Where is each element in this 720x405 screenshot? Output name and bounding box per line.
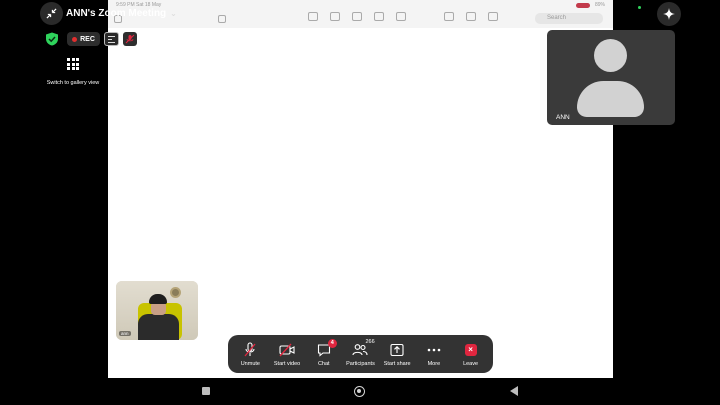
muted-indicator (123, 32, 137, 46)
collab-icon (444, 12, 454, 21)
chevron-down-icon: ⌄ (170, 9, 177, 18)
exit-fullscreen-icon (46, 8, 57, 19)
markup-icon (396, 12, 406, 21)
chat-label: Chat (317, 360, 330, 367)
participants-button[interactable]: 266 Participants (342, 338, 378, 367)
android-nav-bar (0, 378, 720, 405)
home-icon[interactable] (354, 386, 365, 397)
ipad-status-right: 89% (575, 2, 605, 8)
meeting-title: ANN's Zoom Meeting (66, 8, 167, 19)
ipad-notes-toolbar (308, 12, 498, 21)
start-video-label: Start video (273, 360, 301, 367)
avatar-placeholder-icon (594, 39, 627, 72)
leave-button[interactable]: × Leave (453, 342, 489, 367)
participants-count: 266 (365, 338, 375, 345)
wall-frame (170, 287, 181, 298)
shield-check-icon[interactable] (45, 32, 59, 46)
more-label: More (427, 360, 441, 367)
meeting-toolbar: Unmute Start video 4 Chat 266 Participan… (228, 335, 493, 373)
unmute-label: Unmute (240, 360, 260, 367)
participants-icon (352, 343, 369, 355)
ipad-share-icon (218, 15, 226, 23)
sparkle-icon (663, 8, 675, 20)
self-view-video[interactable]: ann (116, 281, 198, 340)
ipad-search-field: Search (535, 13, 603, 24)
mic-off-icon (125, 34, 135, 44)
text-format-icon (308, 12, 318, 21)
ai-companion-button[interactable] (657, 2, 681, 26)
recents-icon[interactable] (202, 387, 210, 395)
share-screen-icon (390, 343, 404, 356)
self-view-name: ann (119, 331, 131, 336)
switch-gallery-view-button[interactable]: Switch to gallery view (40, 58, 106, 86)
chat-button[interactable]: 4 Chat (306, 338, 342, 367)
checklist-icon (330, 12, 340, 21)
unmute-button[interactable]: Unmute (232, 341, 268, 367)
captions-button[interactable] (104, 32, 119, 46)
table-icon (352, 12, 362, 21)
share-icon (466, 12, 476, 21)
start-video-button[interactable]: Start video (269, 342, 305, 367)
start-share-button[interactable]: Start share (379, 342, 415, 367)
ipad-battery: 89% (594, 2, 605, 8)
more-dots-icon (488, 12, 498, 21)
start-share-label: Start share (383, 360, 411, 367)
mic-off-icon (244, 341, 256, 356)
back-icon[interactable] (510, 386, 518, 396)
participants-label: Participants (346, 360, 375, 367)
more-button[interactable]: More (416, 342, 452, 367)
captions-icon (108, 36, 115, 37)
participant-video-tile[interactable]: ANN (547, 30, 675, 125)
exit-fullscreen-button[interactable] (40, 2, 63, 25)
recording-badge[interactable]: REC (67, 32, 100, 46)
ipad-recording-pill (575, 2, 590, 8)
leave-label: Leave (463, 360, 479, 367)
attachment-icon (374, 12, 384, 21)
chat-unread-badge: 4 (327, 338, 337, 348)
rec-label: REC (80, 35, 95, 43)
connection-indicator (638, 6, 641, 9)
close-icon: × (464, 343, 477, 356)
video-off-icon (279, 343, 295, 356)
gallery-label: Switch to gallery view (46, 80, 100, 86)
participant-name: ANN (556, 114, 570, 121)
record-dot-icon (72, 36, 78, 42)
grid-icon (67, 58, 79, 70)
more-dots-icon (427, 348, 441, 351)
ipad-topbar: 9:59 PM Sat 18 May 89% Search (108, 0, 613, 28)
meeting-title-button[interactable]: ANN's Zoom Meeting ⌄ (66, 8, 177, 19)
